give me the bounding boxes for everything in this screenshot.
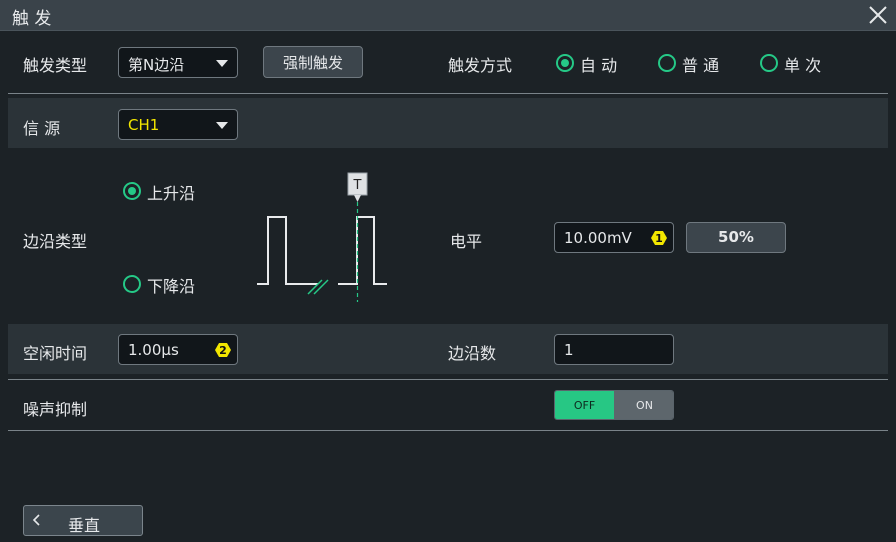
divider xyxy=(8,93,888,94)
chevron-down-icon xyxy=(216,60,228,67)
svg-text:2: 2 xyxy=(219,344,227,357)
force-trigger-button[interactable]: 强制触发 xyxy=(263,46,363,78)
knob-1-icon: 1 xyxy=(651,231,667,245)
trigger-mode-auto-radio[interactable]: 自 动 xyxy=(556,52,626,75)
trigger-type-label: 触发类型 xyxy=(23,56,88,75)
radio-selected-icon xyxy=(556,54,574,72)
trigger-mode-single-label: 单 次 xyxy=(784,56,822,75)
radio-unselected-icon xyxy=(658,54,676,72)
level-value: 10.00mV xyxy=(564,229,632,247)
edge-count-label: 边沿数 xyxy=(448,344,497,363)
divider xyxy=(8,379,888,380)
trigger-mode-auto-label: 自 动 xyxy=(580,56,618,75)
back-to-vertical-button[interactable]: 垂直 xyxy=(23,505,143,536)
noise-reject-toggle[interactable]: OFF ON xyxy=(554,390,674,420)
force-trigger-label: 强制触发 xyxy=(282,54,343,72)
trigger-type-value: 第N边沿 xyxy=(128,56,185,74)
edge-rising-label: 上升沿 xyxy=(147,184,196,203)
radio-unselected-icon xyxy=(123,275,141,293)
source-dropdown[interactable]: CH1 xyxy=(118,109,238,140)
close-icon[interactable] xyxy=(868,5,888,25)
title-bar: 触 发 xyxy=(0,0,896,31)
edge-count-value: 1 xyxy=(564,341,574,359)
edge-count-input[interactable]: 1 xyxy=(554,334,674,365)
trigger-marker-text: T xyxy=(353,178,362,193)
window-title: 触 发 xyxy=(12,9,52,29)
svg-text:1: 1 xyxy=(655,232,663,245)
nth-edge-waveform-diagram: T xyxy=(257,172,387,302)
trigger-marker-pointer xyxy=(354,195,361,202)
back-button-label: 垂直 xyxy=(67,516,100,535)
trigger-type-dropdown[interactable]: 第N边沿 xyxy=(118,47,238,78)
toggle-off-segment[interactable]: OFF xyxy=(555,391,614,419)
noise-reject-label: 噪声抑制 xyxy=(23,400,88,419)
level-input[interactable]: 10.00mV 1 xyxy=(554,222,674,253)
source-label: 信 源 xyxy=(23,119,61,138)
edge-falling-radio[interactable]: 下降沿 xyxy=(123,273,203,296)
radio-selected-icon xyxy=(123,182,141,200)
divider xyxy=(8,430,888,431)
toggle-on-segment[interactable]: ON xyxy=(614,391,673,419)
trigger-mode-normal-radio[interactable]: 普 通 xyxy=(658,52,728,75)
trigger-mode-label: 触发方式 xyxy=(448,56,513,75)
idle-time-label: 空闲时间 xyxy=(23,344,88,363)
level-50-percent-label: 50% xyxy=(718,228,754,246)
break-mark xyxy=(307,279,329,295)
source-value: CH1 xyxy=(128,116,160,134)
idle-time-value: 1.00μs xyxy=(128,341,179,359)
trigger-mode-normal-label: 普 通 xyxy=(682,56,720,75)
idle-time-input[interactable]: 1.00μs 2 xyxy=(118,334,238,365)
chevron-down-icon xyxy=(216,122,228,129)
edge-rising-radio[interactable]: 上升沿 xyxy=(123,180,203,203)
radio-unselected-icon xyxy=(760,54,778,72)
trigger-mode-single-radio[interactable]: 单 次 xyxy=(760,52,830,75)
level-50-percent-button[interactable]: 50% xyxy=(686,222,786,253)
edge-type-label: 边沿类型 xyxy=(23,232,88,251)
pulse-waveform xyxy=(257,216,387,285)
edge-falling-label: 下降沿 xyxy=(147,277,196,296)
knob-2-icon: 2 xyxy=(215,343,231,357)
level-label: 电平 xyxy=(450,232,483,251)
